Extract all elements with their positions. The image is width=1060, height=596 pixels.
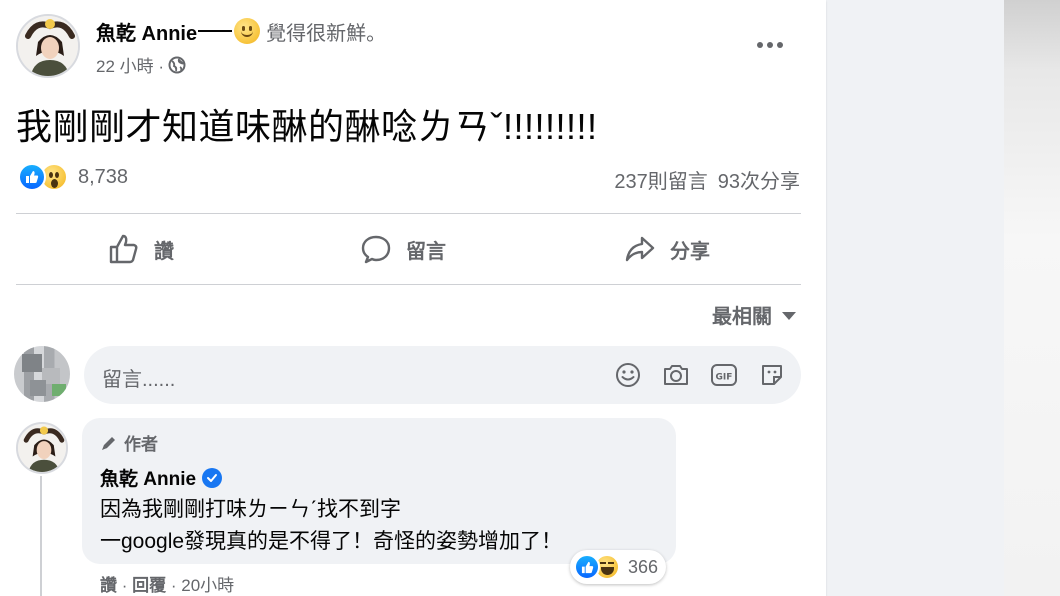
author-name[interactable]: 魚乾 Annie bbox=[96, 17, 197, 46]
more-dots-icon bbox=[757, 42, 783, 48]
verified-badge-icon bbox=[202, 467, 223, 488]
caret-down-icon bbox=[782, 311, 796, 320]
camera-icon[interactable] bbox=[662, 361, 690, 389]
share-label: 分享 bbox=[670, 240, 710, 263]
comment-bubble: 作者 魚乾 Annie 因為我剛剛打味ㄌㄧㄣˊ找不到字 一google發現真的是… bbox=[82, 418, 676, 564]
current-user-avatar[interactable] bbox=[14, 346, 70, 402]
shares-count[interactable]: 93次分享 bbox=[718, 165, 800, 194]
post-stats: 237則留言 93次分享 bbox=[614, 165, 800, 194]
share-button[interactable]: 分享 bbox=[624, 230, 710, 268]
pencil-icon bbox=[102, 436, 115, 450]
sort-label: 最相關 bbox=[712, 306, 772, 328]
comment-placeholder: 留言...... bbox=[102, 369, 176, 391]
divider bbox=[16, 213, 801, 214]
reaction-summary[interactable]: 8,738 bbox=[18, 163, 128, 191]
sticker-icon[interactable] bbox=[758, 361, 786, 389]
thread-line bbox=[40, 476, 42, 596]
comment-author-name[interactable]: 魚乾 Annie bbox=[100, 464, 196, 491]
thumbs-up-icon bbox=[109, 234, 138, 264]
comment-actions: 讚 · 回覆 · 20小時 bbox=[100, 576, 235, 595]
like-button[interactable]: 讚 bbox=[108, 230, 174, 268]
comment-sort-dropdown[interactable]: 最相關 bbox=[712, 300, 796, 329]
comment-time[interactable]: 20小時 bbox=[181, 576, 234, 595]
comment-input[interactable]: 留言...... GIF bbox=[84, 346, 801, 404]
post-text: 我剛剛才知道味醂的醂唸ㄌㄢˇ!!!!!!!!! bbox=[16, 106, 598, 147]
author-avatar[interactable] bbox=[16, 14, 80, 78]
post-header: 魚乾 Annie 覺得很新鮮。 bbox=[96, 17, 387, 46]
comment-reaction-summary[interactable]: 366 bbox=[570, 550, 667, 584]
feeling-text: 覺得很新鮮。 bbox=[266, 22, 387, 45]
comment-label: 留言 bbox=[406, 240, 446, 263]
smiley-feeling-icon bbox=[234, 18, 261, 44]
comment-button[interactable]: 留言 bbox=[360, 230, 446, 268]
like-reaction-icon bbox=[18, 163, 46, 191]
comment-author: 魚乾 Annie bbox=[100, 464, 223, 491]
page-background bbox=[826, 0, 1060, 596]
author-badge: 作者 bbox=[100, 430, 158, 455]
svg-text:GIF: GIF bbox=[716, 373, 733, 383]
reaction-count: 8,738 bbox=[78, 165, 129, 188]
author-badge-label: 作者 bbox=[124, 435, 158, 454]
gif-icon[interactable]: GIF bbox=[710, 361, 738, 389]
comment-reply-link[interactable]: 回覆 bbox=[132, 576, 166, 595]
comments-count[interactable]: 237則留言 bbox=[614, 165, 707, 194]
share-arrow-icon bbox=[625, 236, 655, 262]
more-options-button[interactable] bbox=[752, 30, 788, 60]
comment-text-line: 因為我剛剛打味ㄌㄧㄣˊ找不到字 bbox=[100, 498, 401, 521]
globe-icon bbox=[168, 56, 186, 73]
comment-text-line: 一google發現真的是不得了！奇怪的姿勢增加了！ bbox=[100, 530, 563, 553]
post-card: 魚乾 Annie 覺得很新鮮。 22 小時 · 我剛剛才知道味醂的醂唸ㄌㄢˇ!!… bbox=[0, 0, 826, 596]
like-reaction-icon bbox=[574, 554, 600, 580]
emoji-icon[interactable] bbox=[614, 361, 642, 389]
feeling-separator bbox=[198, 30, 233, 32]
post-meta: 22 小時 · bbox=[96, 52, 186, 77]
comment-reaction-count: 366 bbox=[628, 556, 659, 577]
divider bbox=[16, 284, 801, 285]
post-time[interactable]: 22 小時 · bbox=[96, 52, 164, 77]
commenter-avatar[interactable] bbox=[16, 422, 68, 474]
comment-like-link[interactable]: 讚 bbox=[100, 576, 117, 595]
comment-bubble-icon bbox=[361, 235, 391, 264]
like-label: 讚 bbox=[154, 240, 174, 263]
